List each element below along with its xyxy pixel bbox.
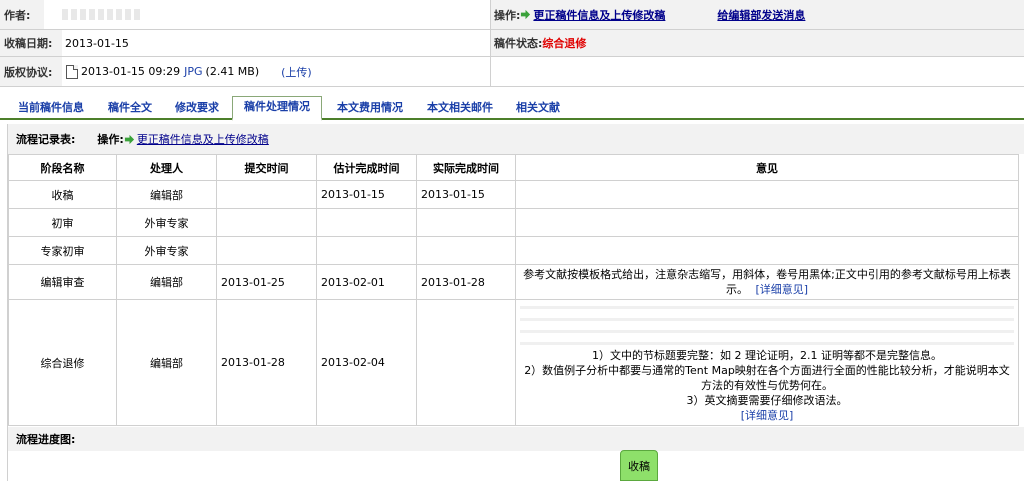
actual-cell: 2013-01-28 (416, 264, 516, 300)
status-label: 稿件状态: (494, 37, 543, 50)
correct-upload-link[interactable]: 更正稿件信息及上传修改稿 (533, 7, 665, 23)
tab-full-text[interactable]: 稿件全文 (100, 98, 160, 120)
opinion-cell (515, 180, 1019, 209)
estimated-cell (316, 208, 417, 237)
info-row-copyright: 版权协议: 2013-01-15 09:29 JPG (2.41 MB) (上传… (0, 57, 1024, 87)
opinion-cell: 参考文献按模板格式给出，注意杂志缩写，用斜体，卷号用黑体;正文中引用的参考文献标… (515, 264, 1019, 300)
received-label: 收稿日期: (4, 37, 53, 50)
tab-related-literature[interactable]: 相关文献 (508, 98, 568, 120)
submitted-cell (216, 180, 317, 209)
submitted-cell (216, 208, 317, 237)
col-header-stage: 阶段名称 (8, 154, 117, 181)
table-row: 专家初审 外审专家 (8, 236, 1019, 265)
detail-opinion-link[interactable]: [详细意见] (755, 283, 808, 296)
handler-cell: 编辑部 (116, 299, 217, 426)
arrow-right-icon (124, 134, 134, 144)
actual-cell (416, 236, 516, 265)
opinion-line: 2）数值例子分析中都要与通常的Tent Map映射在各个方面进行全面的性能比较分… (524, 364, 1010, 392)
opinion-cell (515, 208, 1019, 237)
estimated-cell: 2013-02-01 (316, 264, 417, 300)
stage-cell: 综合退修 (8, 299, 117, 426)
author-redacted (62, 9, 142, 20)
stage-cell: 专家初审 (8, 236, 117, 265)
records-header: 流程记录表: 操作: 更正稿件信息及上传修改稿 (8, 124, 1024, 154)
tab-current-info[interactable]: 当前稿件信息 (8, 98, 94, 120)
col-header-estimated: 估计完成时间 (316, 154, 417, 181)
col-header-handler: 处理人 (116, 154, 217, 181)
processing-panel: 流程记录表: 操作: 更正稿件信息及上传修改稿 阶段名称 处理人 提交时间 估计… (7, 124, 1024, 481)
tab-related-emails[interactable]: 本文相关邮件 (418, 98, 502, 120)
table-row: 综合退修 编辑部 2013-01-28 2013-02-04 1）文中的节标题要… (8, 299, 1019, 426)
copyright-label: 版权协议: (4, 65, 53, 79)
stage-cell: 编辑审查 (8, 264, 117, 300)
progress-header: 流程进度图: (8, 427, 1024, 451)
col-header-opinion: 意见 (515, 154, 1019, 181)
estimated-cell: 2013-01-15 (316, 180, 417, 209)
flow-record-table: 阶段名称 处理人 提交时间 估计完成时间 实际完成时间 意见 收稿 编辑部 20… (8, 154, 1019, 426)
submitted-cell: 2013-01-28 (216, 299, 317, 426)
col-header-submitted: 提交时间 (216, 154, 317, 181)
detail-opinion-link[interactable]: [详细意见] (520, 408, 1014, 423)
opinion-cell (515, 236, 1019, 265)
info-row-author: 作者: 操作: 更正稿件信息及上传修改稿 给编辑部发送消息 (0, 0, 1024, 30)
submitted-cell: 2013-01-25 (216, 264, 317, 300)
actual-cell (416, 208, 516, 237)
tab-revision-requirements[interactable]: 修改要求 (166, 98, 228, 120)
actual-cell: 2013-01-15 (416, 180, 516, 209)
opinion-line: 3）英文摘要需要仔细修改语法。 (686, 394, 848, 407)
estimated-cell (316, 236, 417, 265)
panel-operation-label: 操作: (97, 133, 124, 146)
upload-link[interactable]: (上传) (281, 64, 312, 80)
file-size: (2.41 MB) (205, 65, 260, 78)
submitted-cell (216, 236, 317, 265)
actual-cell (416, 299, 516, 426)
received-value: 2013-01-15 (65, 36, 129, 50)
table-row: 初审 外审专家 (8, 208, 1019, 237)
tab-bar: 当前稿件信息 稿件全文 修改要求 稿件处理情况 本文费用情况 本文相关邮件 相关… (0, 94, 1024, 121)
author-label: 作者: (4, 8, 31, 22)
document-icon (66, 64, 78, 79)
arrow-right-icon (521, 9, 531, 20)
estimated-cell: 2013-02-04 (316, 299, 417, 426)
handler-cell: 外审专家 (116, 236, 217, 265)
progress-label: 流程进度图: (16, 433, 76, 446)
col-header-actual: 实际完成时间 (416, 154, 516, 181)
tab-processing-status[interactable]: 稿件处理情况 (232, 96, 322, 121)
records-label: 流程记录表: (16, 133, 76, 146)
table-header-row: 阶段名称 处理人 提交时间 估计完成时间 实际完成时间 意见 (8, 154, 1019, 181)
opinion-cell: 1）文中的节标题要完整：如 2 理论证明，2.1 证明等都不是完整信息。 2）数… (515, 299, 1019, 426)
handler-cell: 编辑部 (116, 264, 217, 300)
file-date: 2013-01-15 09:29 (81, 65, 181, 78)
operation-label: 操作: (494, 8, 521, 22)
progress-node-received: 收稿 (620, 450, 658, 481)
status-value: 综合退修 (542, 37, 587, 50)
opinion-line: 1）文中的节标题要完整：如 2 理论证明，2.1 证明等都不是完整信息。 (592, 349, 942, 362)
tab-fees[interactable]: 本文费用情况 (328, 98, 412, 120)
handler-cell: 编辑部 (116, 180, 217, 209)
stage-cell: 收稿 (8, 180, 117, 209)
panel-correct-upload-link[interactable]: 更正稿件信息及上传修改稿 (137, 131, 269, 147)
stage-cell: 初审 (8, 208, 117, 237)
handler-cell: 外审专家 (116, 208, 217, 237)
file-type: JPG (184, 65, 203, 78)
table-row: 收稿 编辑部 2013-01-15 2013-01-15 (8, 180, 1019, 209)
redacted-text-block (520, 306, 1014, 348)
send-message-link[interactable]: 给编辑部发送消息 (717, 7, 805, 23)
info-row-received: 收稿日期: 2013-01-15 稿件状态: 综合退修 (0, 30, 1024, 57)
table-row: 编辑审查 编辑部 2013-01-25 2013-02-01 2013-01-2… (8, 264, 1019, 300)
